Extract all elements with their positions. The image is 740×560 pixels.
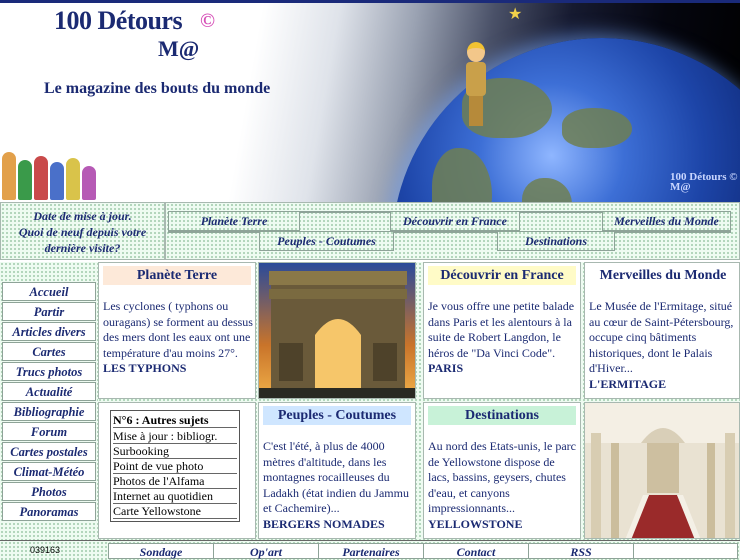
panel-destinations[interactable]: Destinations Au nord des Etats-unis, le …	[423, 402, 581, 539]
panel-peuples-coutumes[interactable]: Peuples - Coutumes C'est l'été, à plus d…	[258, 402, 416, 539]
panel-link-ermitage[interactable]: L'ERMITAGE	[589, 377, 666, 391]
panel-title-destinations[interactable]: Destinations	[428, 406, 576, 425]
panel-planete-terre[interactable]: Planète Terre Les cyclones ( typhons ou …	[98, 262, 256, 399]
update-line-2: Quoi de neuf depuis votre	[18, 225, 147, 239]
nav-peuples-coutumes[interactable]: Peuples - Coutumes	[259, 231, 394, 251]
panel-title-planete[interactable]: Planète Terre	[103, 266, 251, 285]
panel-title-peuples[interactable]: Peuples - Coutumes	[263, 406, 411, 425]
top-navigation: Planète Terre Découvrir en France Mervei…	[165, 202, 740, 260]
visit-counter: 039163	[30, 545, 61, 555]
panel-body-peuples: C'est l'été, à plus de 4000 mètres d'alt…	[263, 439, 409, 515]
footer-link-contact[interactable]: Contact	[423, 543, 529, 559]
panel-text-destinations: Au nord des Etats-unis, le parc de Yello…	[428, 439, 578, 532]
panel-text-decouvrir: Je vous offre une petite balade dans Par…	[428, 299, 578, 377]
subject-item-2[interactable]: Surbooking	[113, 444, 237, 459]
logo-copyright-icon: ©	[200, 10, 215, 32]
site-logo-title[interactable]: 100 Détours	[54, 6, 183, 36]
autres-sujets-list: N°6 : Autres sujets Mise à jour : biblio…	[110, 410, 240, 522]
subject-item-3[interactable]: Point de vue photo	[113, 459, 237, 474]
menu-item-trucs-photos[interactable]: Trucs photos	[2, 362, 96, 381]
nav-spacer-1	[299, 211, 391, 213]
left-menu: Accueil Partir Articles divers Cartes Tr…	[0, 262, 98, 540]
panel-text-planete: Les cyclones ( typhons ou ouragans) se f…	[103, 299, 253, 377]
menu-item-photos[interactable]: Photos	[2, 482, 96, 501]
update-line-3: dernière visite?	[44, 241, 121, 255]
panel-link-typhons[interactable]: LES TYPHONS	[103, 361, 186, 375]
footer-link-opart[interactable]: Op'art	[213, 543, 319, 559]
panel-text-merveilles: Le Musée de l'Ermitage, situé au cœur de…	[589, 299, 739, 392]
nav-decouvrir-france[interactable]: Découvrir en France	[390, 211, 520, 231]
ermitage-staircase-photo[interactable]	[584, 402, 740, 539]
nav-destinations[interactable]: Destinations	[497, 231, 615, 251]
corner-logo: 100 Détours © M@	[670, 171, 738, 193]
panel-body-merveilles: Le Musée de l'Ermitage, situé au cœur de…	[589, 299, 734, 375]
nav-spacer-2	[519, 211, 603, 213]
subject-item-1[interactable]: Mise à jour : bibliogr.	[113, 429, 237, 444]
menu-item-partir[interactable]: Partir	[2, 302, 96, 321]
menu-item-actualite[interactable]: Actualité	[2, 382, 96, 401]
panel-link-paris[interactable]: PARIS	[428, 361, 463, 375]
star-icon: ★	[508, 6, 523, 23]
panel-link-bergers[interactable]: BERGERS NOMADES	[263, 517, 385, 531]
site-tagline: Le magazine des bouts du monde	[44, 80, 271, 97]
nav-merveilles-monde[interactable]: Merveilles du Monde	[602, 211, 731, 231]
panel-title-decouvrir[interactable]: Découvrir en France	[428, 266, 576, 285]
menu-item-cartes[interactable]: Cartes	[2, 342, 96, 361]
footer-link-sondage[interactable]: Sondage	[108, 543, 214, 559]
panel-text-peuples: C'est l'été, à plus de 4000 mètres d'alt…	[263, 439, 413, 532]
menu-item-articles[interactable]: Articles divers	[2, 322, 96, 341]
footer-spacer	[633, 543, 738, 559]
panel-body-planete: Les cyclones ( typhons ou ouragans) se f…	[103, 299, 253, 360]
children-illustration	[0, 128, 110, 200]
footer-link-rss[interactable]: RSS	[528, 543, 634, 559]
arc-de-triomphe-photo[interactable]	[258, 262, 416, 399]
update-info-box[interactable]: Date de mise à jour. Quoi de neuf depuis…	[0, 202, 165, 260]
footer-link-partenaires[interactable]: Partenaires	[318, 543, 424, 559]
nav-spacer-3	[168, 231, 260, 233]
menu-item-cartes-postales[interactable]: Cartes postales	[2, 442, 96, 461]
panel-body-decouvrir: Je vous offre une petite balade dans Par…	[428, 299, 575, 360]
nav-planete-terre[interactable]: Planète Terre	[168, 211, 300, 231]
menu-item-accueil[interactable]: Accueil	[2, 282, 96, 301]
panel-decouvrir-france[interactable]: Découvrir en France Je vous offre une pe…	[423, 262, 581, 399]
menu-item-bibliographie[interactable]: Bibliographie	[2, 402, 96, 421]
subject-item-4[interactable]: Photos de l'Alfama	[113, 474, 237, 489]
menu-item-forum[interactable]: Forum	[2, 422, 96, 441]
panel-body-destinations: Au nord des Etats-unis, le parc de Yello…	[428, 439, 576, 515]
nav-spacer-4	[393, 231, 498, 233]
little-prince-figure	[463, 42, 489, 128]
menu-item-climat-meteo[interactable]: Climat-Météo	[2, 462, 96, 481]
panel-merveilles-monde[interactable]: Merveilles du Monde Le Musée de l'Ermita…	[584, 262, 740, 399]
header-banner: ★ 100 Détours © M@ Le magazine des bouts…	[0, 0, 740, 202]
menu-item-panoramas[interactable]: Panoramas	[2, 502, 96, 521]
update-line-1: Date de mise à jour.	[33, 209, 132, 223]
panel-title-merveilles[interactable]: Merveilles du Monde	[589, 266, 737, 285]
subject-item-5[interactable]: Internet au quotidien	[113, 489, 237, 504]
nav-spacer-5	[614, 231, 731, 233]
footer-bar: 039163 Sondage Op'art Partenaires Contac…	[0, 540, 740, 560]
subjects-title: N°6 : Autres sujets	[113, 413, 237, 428]
site-logo-sub: M@	[158, 36, 200, 61]
banner-topline	[0, 0, 740, 3]
panel-link-yellowstone[interactable]: YELLOWSTONE	[428, 517, 522, 531]
subject-item-6[interactable]: Carte Yellowstone	[113, 504, 237, 519]
